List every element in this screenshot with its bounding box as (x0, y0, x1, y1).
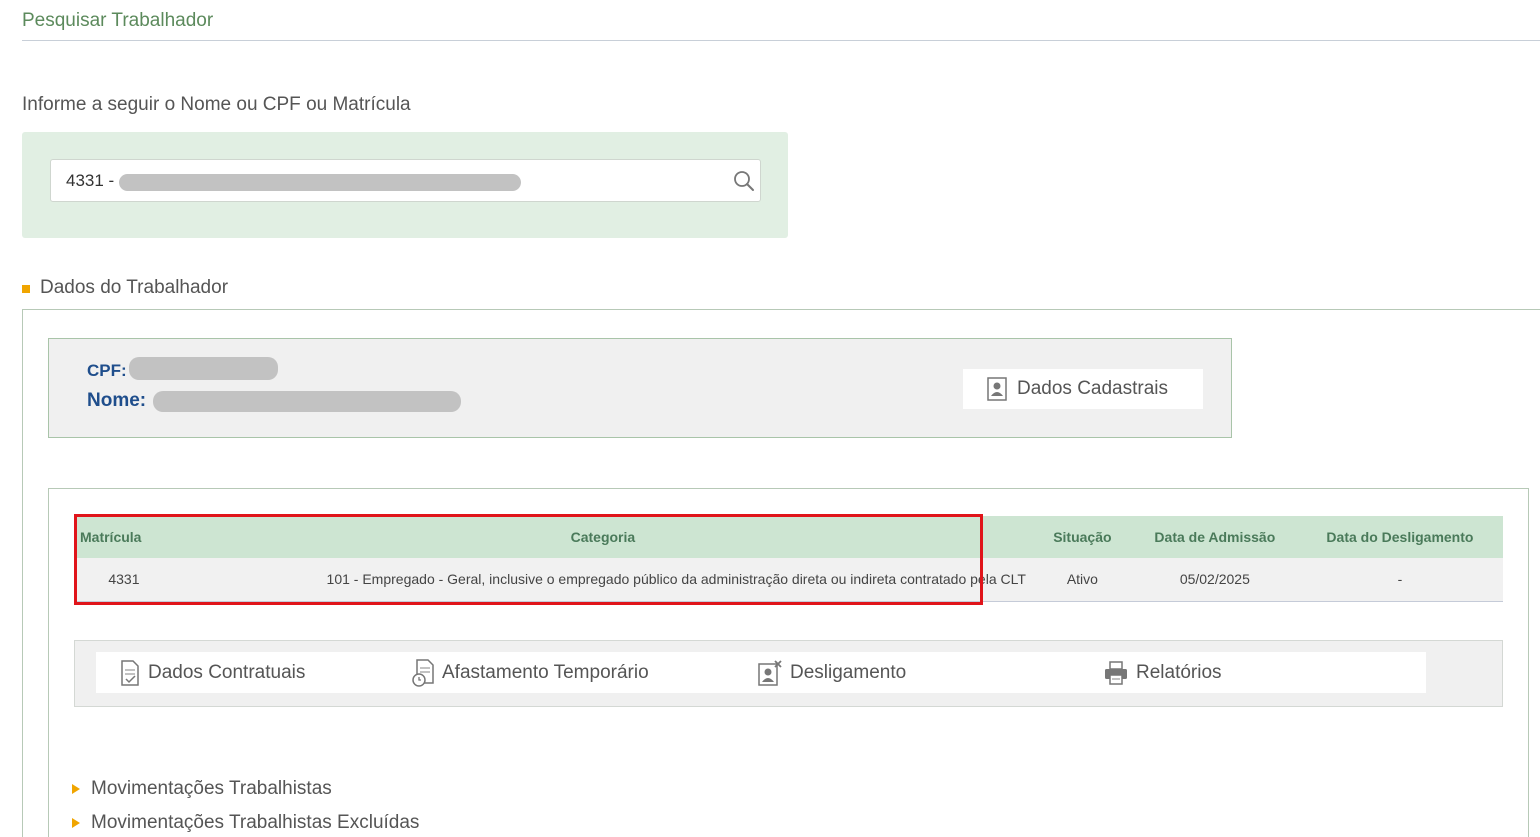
movimentacoes-excluidas-label: Movimentações Trabalhistas Excluídas (91, 812, 420, 833)
page-title: Pesquisar Trabalhador (22, 10, 214, 31)
header-matricula: Matrícula (74, 516, 174, 558)
header-data-admissao: Data de Admissão (1132, 516, 1297, 558)
dados-cadastrais-button[interactable]: Dados Cadastrais (963, 369, 1203, 409)
movimentacoes-trabalhistas-label: Movimentações Trabalhistas (91, 778, 332, 799)
search-panel (22, 132, 788, 238)
actions-bar: Dados Contratuais Afastamento Temporário… (96, 652, 1426, 693)
cell-situacao: Ativo (1031, 558, 1133, 602)
header-situacao: Situação (1031, 516, 1133, 558)
title-divider (22, 40, 1540, 41)
afastamento-temporario-label: Afastamento Temporário (442, 661, 649, 683)
expand-arrow-icon (72, 818, 80, 828)
document-clock-icon (412, 658, 434, 687)
afastamento-temporario-button[interactable]: Afastamento Temporário (412, 652, 649, 693)
actions-panel: Dados Contratuais Afastamento Temporário… (74, 640, 1503, 707)
dados-contratuais-label: Dados Contratuais (148, 661, 306, 683)
contracts-table: Matrícula Categoria Situação Data de Adm… (74, 516, 1503, 602)
desligamento-button[interactable]: Desligamento (758, 652, 906, 693)
header-data-desligamento: Data do Desligamento (1296, 516, 1503, 558)
worker-id-card: CPF: Nome: Dados Cadastrais (48, 338, 1232, 438)
section-title-dados-trabalhador: Dados do Trabalhador (40, 277, 229, 298)
printer-icon (1105, 660, 1127, 685)
cell-categoria: 101 - Empregado - Geral, inclusive o emp… (173, 558, 1032, 602)
movimentacoes-trabalhistas-toggle[interactable]: Movimentações Trabalhistas (72, 778, 332, 800)
expand-arrow-icon (72, 784, 80, 794)
dados-contratuais-button[interactable]: Dados Contratuais (120, 652, 305, 693)
search-icon[interactable] (733, 170, 755, 192)
section-bullet-icon (22, 285, 30, 293)
relatorios-button[interactable]: Relatórios (1104, 652, 1222, 693)
relatorios-label: Relatórios (1136, 661, 1222, 683)
table-header-row: Matrícula Categoria Situação Data de Adm… (74, 516, 1503, 558)
header-categoria: Categoria (173, 516, 1032, 558)
table-row[interactable]: 4331 101 - Empregado - Geral, inclusive … (74, 558, 1503, 602)
nome-label: Nome: (87, 390, 147, 411)
search-box[interactable] (50, 159, 761, 202)
id-card-icon (987, 377, 1007, 401)
redacted-nome (153, 391, 461, 412)
movimentacoes-excluidas-toggle[interactable]: Movimentações Trabalhistas Excluídas (72, 812, 419, 834)
cell-data-admissao: 05/02/2025 (1132, 558, 1297, 602)
cell-matricula: 4331 (74, 558, 174, 602)
cpf-label: CPF: (87, 361, 127, 380)
search-instruction: Informe a seguir o Nome ou CPF ou Matríc… (22, 94, 411, 115)
redacted-search-text (119, 174, 521, 191)
document-check-icon (121, 659, 139, 686)
dados-cadastrais-label: Dados Cadastrais (1017, 378, 1169, 399)
person-remove-icon (758, 659, 782, 686)
desligamento-label: Desligamento (790, 661, 907, 683)
redacted-cpf (129, 357, 278, 380)
cell-data-desligamento: - (1296, 558, 1503, 602)
